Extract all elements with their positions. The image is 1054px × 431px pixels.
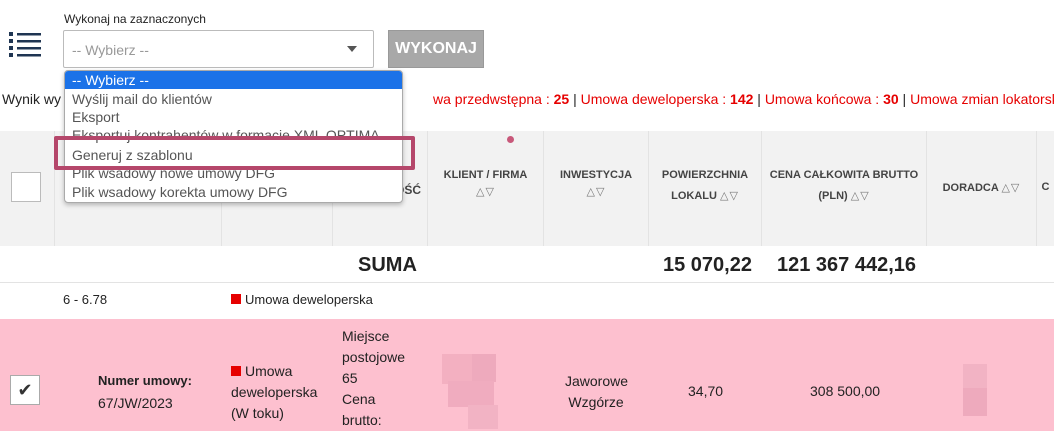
row-investment: Wzgórze [568,394,624,410]
option-highlight-frame [54,136,415,170]
header-price[interactable]: CENA CAŁKOWITA BRUTTO (PLN) △▽ [762,131,927,246]
bulk-action-label: Wykonaj na zaznaczonych [64,12,206,26]
result-type-label[interactable]: Umowa zmian lokatorskich [910,91,1054,107]
group-range: 6 - 6.78 [63,292,108,307]
select-all-checkbox[interactable] [11,172,41,202]
sort-arrows-icon[interactable]: △▽ [1001,182,1020,194]
header-investment[interactable]: INWESTYCJA △▽ [544,131,649,246]
row-detail: brutto: [342,412,382,428]
execute-button[interactable]: WYKONAJ [388,30,484,68]
row-area: 34,70 [688,383,724,399]
header-label: C [1041,181,1050,193]
result-type-label[interactable]: wa przedwstępna : [433,91,554,107]
table-row[interactable]: Numer umowy: 67/JW/2023 Umowa dewelopers… [0,319,1054,431]
sort-arrows-icon[interactable]: △▽ [720,190,739,202]
row-detail: 65 [342,370,358,386]
dropdown-option[interactable]: Eksport [65,108,402,126]
row-detail: Miejsce [342,328,390,344]
row-price: 308 500,00 [810,383,881,399]
status-square-icon [231,366,241,376]
group-row: 6 - 6.78 Umowa deweloperska [0,283,1054,319]
result-count: 25 [553,91,570,107]
row-status: deweloperska [231,384,318,400]
contract-number[interactable]: 67/JW/2023 [98,395,173,411]
header-label: INWESTYCJA [559,169,633,181]
dropdown-option[interactable]: Wyślij mail do klientów [65,90,402,108]
header-label: CENA CAŁKOWITA BRUTTO [769,169,919,181]
row-detail: postojowe [342,349,406,365]
contract-label: Numer umowy: [98,373,192,388]
summary-price: 121 367 442,16 [777,254,917,276]
header-label: POWIERZCHNIA [661,169,749,181]
separator: | [753,91,765,107]
separator: | [898,91,911,107]
sort-arrows-icon[interactable]: △▽ [428,185,543,198]
header-label: DORADCA [942,182,999,194]
separator: | [569,91,581,107]
row-detail: Cena [342,391,376,407]
header-column[interactable]: C [1037,131,1054,246]
result-type-label[interactable]: Umowa deweloperska : [581,91,730,107]
group-status: Umowa deweloperska [245,292,373,307]
header-label: KLIENT / FIRMA [443,169,528,181]
row-status: Umowa [245,363,293,379]
summary-area: 15 070,22 [663,254,752,276]
header-label: LOKALU [671,190,717,202]
result-count: 30 [883,91,899,107]
row-checkbox[interactable]: ✔ [10,375,40,405]
list-menu-icon[interactable] [9,30,41,58]
dropdown-option[interactable]: Plik wsadowy korekta umowy DFG [65,183,402,201]
summary-label: SUMA [358,254,417,276]
sort-arrows-icon[interactable]: △▽ [544,185,648,198]
header-label: (PLN) [818,190,848,202]
result-type-label[interactable]: Umowa końcowa : [765,91,883,107]
summary-row: SUMA 15 070,22 121 367 442,16 [0,246,1054,283]
caret-down-icon [347,46,357,52]
row-status: (W toku) [231,405,284,421]
dropdown-option[interactable]: -- Wybierz -- [65,71,402,89]
indicator-dot [507,136,514,143]
header-area[interactable]: POWIERZCHNIA LOKALU △▽ [649,131,762,246]
header-client[interactable]: KLIENT / FIRMA △▽ [428,131,544,246]
bulk-action-selected-value: -- Wybierz -- [72,42,149,58]
sort-arrows-icon[interactable]: △▽ [851,190,870,202]
results-prefix: Wynik wy [2,91,61,107]
row-investment: Jaworowe [565,373,629,389]
header-advisor[interactable]: DORADCA △▽ [927,131,1037,246]
result-count: 142 [730,91,754,107]
bulk-action-select[interactable]: -- Wybierz -- [63,30,374,68]
status-square-icon [231,294,241,304]
